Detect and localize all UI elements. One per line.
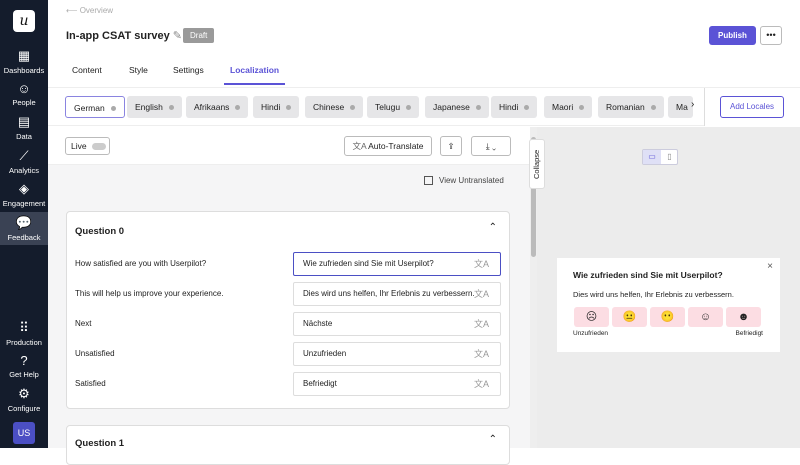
userpilot-logo[interactable]: u [13, 10, 35, 32]
translation-row: Next Nächste 文A [75, 312, 501, 336]
question-title: Question 1 [75, 438, 125, 449]
breadcrumb[interactable]: ⟵ Overview [66, 6, 113, 15]
sidebar-item-get-help[interactable]: ? Get Help [0, 353, 48, 379]
translation-row: This will help us improve your experienc… [75, 282, 501, 306]
more-button[interactable]: ••• [760, 26, 782, 45]
chevron-up-icon[interactable]: ⌃ [489, 434, 497, 445]
translation-row: How satisfied are you with Userpilot? Wie… [75, 252, 501, 276]
device-toggle: ▭ ▯ [642, 149, 678, 165]
face-satisfied-icon[interactable]: ☺ [688, 307, 723, 327]
auto-translate-button[interactable]: 文A Auto-Translate [344, 136, 432, 156]
desktop-icon[interactable]: ▭ [643, 150, 661, 164]
translation-input[interactable]: Unzufrieden [293, 342, 501, 366]
sidebar-item-analytics[interactable]: ⟋ Analytics [0, 148, 48, 175]
locale-bar: German English Afrikaans Hindi Chinese T… [48, 88, 704, 126]
tab-localization[interactable]: Localization [224, 65, 286, 85]
locale-chinese[interactable]: Chinese [305, 96, 364, 118]
sidebar-item-data[interactable]: ▤ Data [0, 114, 48, 141]
sidebar-item-feedback[interactable]: 💬 Feedback [0, 212, 48, 245]
sidebar: u ▦ Dashboards ☺ People ▤ Data ⟋ Analytics ◈… [0, 0, 48, 448]
live-toggle[interactable]: Live [65, 137, 110, 155]
sidebar-item-configure[interactable]: ⚙ Configure [0, 386, 48, 413]
translate-icon[interactable]: 文A [473, 287, 489, 300]
publish-button[interactable]: Publish [709, 26, 756, 45]
mobile-icon[interactable]: ▯ [661, 150, 678, 164]
grid-icon: ⠿ [19, 320, 29, 335]
translation-toolbar: Live 文A Auto-Translate ⇪ ⤓ ⌄ [48, 127, 530, 165]
question-card: Question 0 ⌃ How satisfied are you with … [66, 211, 510, 409]
translation-input[interactable]: Befriedigt [293, 372, 501, 396]
high-label: Befriedigt [735, 330, 763, 337]
view-untranslated-checkbox[interactable]: View Untranslated [424, 176, 504, 186]
face-very-satisfied-icon[interactable]: ☻ [726, 307, 761, 327]
analytics-icon: ⟋ [19, 148, 29, 163]
gear-icon: ⚙ [18, 386, 30, 401]
back-arrow-icon: ⟵ [66, 6, 80, 15]
face-neutral-icon[interactable]: 😶 [650, 307, 685, 327]
translation-input[interactable]: Wie zufrieden sind Sie mit Userpilot? [293, 252, 501, 276]
locale-more[interactable]: Ma [668, 96, 693, 118]
sidebar-item-engagement[interactable]: ◈ Engagement [0, 181, 48, 208]
locale-english[interactable]: English [127, 96, 182, 118]
locale-hindi-2[interactable]: Hindi [491, 96, 538, 118]
translate-icon[interactable]: 文A [473, 257, 489, 270]
status-badge: Draft [183, 28, 215, 43]
close-icon[interactable]: × [767, 261, 773, 272]
tab-bar: Content Style Settings Localization [48, 60, 800, 88]
avatar[interactable]: US [13, 422, 35, 444]
chevron-right-icon[interactable]: › [691, 99, 694, 110]
face-unsatisfied-icon[interactable]: 😐 [612, 307, 647, 327]
translate-icon: 文A [352, 141, 369, 151]
preview-title: Wie zufrieden sind Sie mit Userpilot? [573, 270, 723, 280]
translation-input[interactable]: Dies wird uns helfen, Ihr Erlebnis zu ve… [293, 282, 501, 306]
dashboard-icon: ▦ [17, 48, 31, 63]
upload-icon[interactable]: ⇪ [440, 136, 462, 156]
download-icon: ⤓ ⌄ [485, 141, 497, 151]
people-icon: ☺ [17, 81, 31, 96]
download-dropdown[interactable]: ⤓ ⌄ [471, 136, 511, 156]
translate-icon[interactable]: 文A [473, 377, 489, 390]
locale-maori[interactable]: Maori [544, 96, 593, 118]
sidebar-item-production[interactable]: ⠿ Production [0, 320, 48, 347]
translate-icon[interactable]: 文A [473, 347, 489, 360]
survey-preview: × Wie zufrieden sind Sie mit Userpilot? … [557, 258, 780, 352]
translation-panel: Live 文A Auto-Translate ⇪ ⤓ ⌄ View Untran… [48, 127, 530, 465]
translation-row: Satisfied Befriedigt 文A [75, 372, 501, 396]
locale-telugu[interactable]: Telugu [367, 96, 420, 118]
add-locales-button[interactable]: Add Locales [720, 96, 784, 118]
question-title: Question 0 [75, 226, 125, 237]
preview-subtitle: Dies wird uns helfen, Ihr Erlebnis zu ve… [573, 290, 734, 299]
page-title: In-app CSAT survey ✎ [66, 30, 182, 42]
locale-afrikaans[interactable]: Afrikaans [186, 96, 249, 118]
chat-icon: 💬 [15, 215, 33, 230]
tab-settings[interactable]: Settings [173, 65, 204, 75]
chevron-up-icon[interactable]: ⌃ [489, 222, 497, 233]
locale-japanese[interactable]: Japanese [425, 96, 489, 118]
low-label: Unzufrieden [573, 330, 609, 337]
layers-icon: ◈ [19, 181, 29, 196]
edit-icon[interactable]: ✎ [173, 30, 182, 42]
locale-romanian[interactable]: Romanian [598, 96, 664, 118]
help-icon: ? [20, 353, 28, 368]
tab-content[interactable]: Content [72, 65, 102, 75]
translate-icon[interactable]: 文A [473, 317, 489, 330]
sidebar-item-dashboards[interactable]: ▦ Dashboards [0, 48, 48, 75]
face-very-unsatisfied-icon[interactable]: ☹ [574, 307, 609, 327]
translation-input[interactable]: Nächste [293, 312, 501, 336]
collapse-button[interactable]: Collapse [529, 139, 545, 189]
sidebar-item-people[interactable]: ☺ People [0, 81, 48, 107]
question-card: Question 1 ⌃ [66, 425, 510, 465]
translation-row: Unsatisfied Unzufrieden 文A [75, 342, 501, 366]
locale-german[interactable]: German [65, 96, 125, 118]
locale-hindi[interactable]: Hindi [253, 96, 300, 118]
data-icon: ▤ [17, 114, 31, 129]
tab-style[interactable]: Style [129, 65, 148, 75]
divider [704, 88, 705, 126]
